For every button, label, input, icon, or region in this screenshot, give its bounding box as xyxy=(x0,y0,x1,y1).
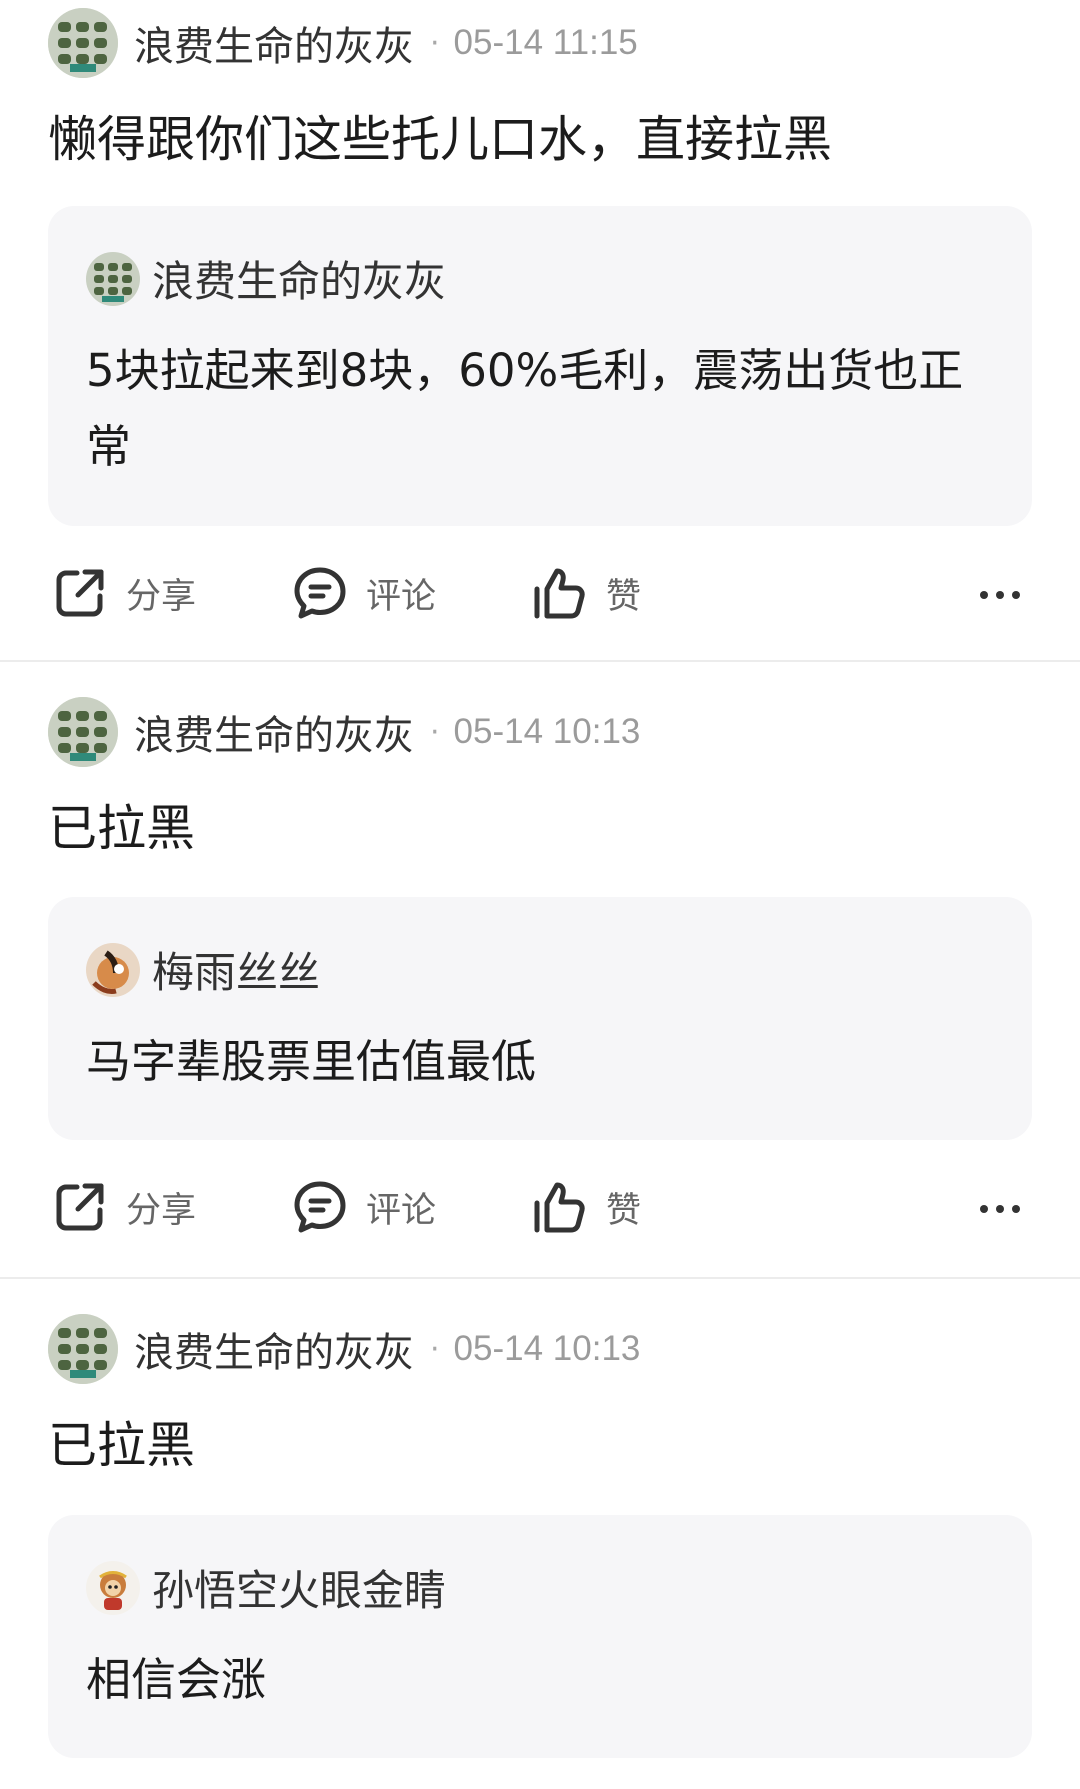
comment-button[interactable]: 评论 xyxy=(292,1179,436,1235)
avatar[interactable] xyxy=(48,1314,118,1384)
quote-avatar xyxy=(86,251,140,306)
quoted-post[interactable]: 孙悟空火眼金睛 相信会涨 xyxy=(48,1515,1032,1758)
post-content: 已拉黑 xyxy=(48,800,196,857)
more-icon xyxy=(980,591,1020,599)
share-label: 分享 xyxy=(126,1190,197,1231)
like-label: 赞 xyxy=(606,576,642,617)
author-name[interactable]: 浪费生命的灰灰 xyxy=(134,14,414,72)
quote-avatar xyxy=(86,1560,140,1615)
post-header: 浪费生命的灰灰 · 05-14 10:13 xyxy=(48,697,640,767)
post-time: 05-14 10:13 xyxy=(453,1329,641,1368)
comment-icon xyxy=(294,567,346,619)
quote-text: 相信会涨 xyxy=(86,1653,267,1706)
share-button[interactable]: 分享 xyxy=(52,1179,196,1235)
like-icon xyxy=(534,1182,585,1233)
post-header: 浪费生命的灰灰 · 05-14 10:13 xyxy=(48,1314,640,1384)
like-label: 赞 xyxy=(606,1190,642,1231)
avatar[interactable] xyxy=(48,697,118,767)
like-button[interactable]: 赞 xyxy=(532,1179,641,1235)
post-time: 05-14 10:13 xyxy=(453,712,641,751)
more-button[interactable] xyxy=(972,565,1028,625)
avatar[interactable] xyxy=(48,8,118,78)
author-name[interactable]: 浪费生命的灰灰 xyxy=(134,703,414,761)
quoted-post[interactable]: 浪费生命的灰灰 5块拉起来到8块，60%毛利，震荡出货也正常 xyxy=(48,206,1032,526)
share-label: 分享 xyxy=(126,576,197,617)
quote-header: 浪费生命的灰灰 xyxy=(86,248,446,309)
more-icon xyxy=(980,1205,1020,1213)
post-content: 已拉黑 xyxy=(48,1417,196,1474)
quote-avatar xyxy=(86,942,140,997)
post-card: 浪费生命的灰灰 · 05-14 10:13 已拉黑 梅雨丝丝 马字辈股票里估值最… xyxy=(0,662,1080,1279)
share-icon xyxy=(56,1183,104,1231)
more-button[interactable] xyxy=(972,1179,1028,1239)
comment-button[interactable]: 评论 xyxy=(292,565,436,621)
quote-header: 孙悟空火眼金睛 xyxy=(86,1557,446,1618)
separator-dot: · xyxy=(430,25,440,61)
quote-author-name[interactable]: 孙悟空火眼金睛 xyxy=(152,1557,446,1618)
comment-icon xyxy=(294,1181,346,1233)
like-icon xyxy=(534,568,585,619)
comment-label: 评论 xyxy=(366,1190,437,1231)
like-button[interactable]: 赞 xyxy=(532,565,641,621)
separator-dot: · xyxy=(430,1331,440,1367)
action-bar: 分享 评论 赞 xyxy=(48,1179,1032,1239)
quote-text: 马字辈股票里估值最低 xyxy=(86,1035,537,1088)
share-icon xyxy=(56,569,104,617)
quote-text: 5块拉起来到8块，60%毛利，震荡出货也正常 xyxy=(86,344,964,473)
separator-dot: · xyxy=(430,714,440,750)
post-header: 浪费生命的灰灰 · 05-14 11:15 xyxy=(48,8,638,78)
share-button[interactable]: 分享 xyxy=(52,565,196,621)
post-content: 懒得跟你们这些托儿口水，直接拉黑 xyxy=(48,111,833,168)
author-name[interactable]: 浪费生命的灰灰 xyxy=(134,1320,414,1378)
quote-author-name[interactable]: 梅雨丝丝 xyxy=(152,939,320,1000)
post-time: 05-14 11:15 xyxy=(453,23,638,62)
quoted-post[interactable]: 梅雨丝丝 马字辈股票里估值最低 xyxy=(48,897,1032,1140)
comment-label: 评论 xyxy=(366,576,437,617)
post-card: 浪费生命的灰灰 · 05-14 11:15 懒得跟你们这些托儿口水，直接拉黑 浪… xyxy=(0,0,1080,662)
post-card: 浪费生命的灰灰 · 05-14 10:13 已拉黑 孙悟空火眼金睛 相信会涨 xyxy=(0,1279,1080,1789)
action-bar: 分享 评论 赞 xyxy=(48,565,1032,625)
quote-header: 梅雨丝丝 xyxy=(86,939,320,1000)
quote-author-name[interactable]: 浪费生命的灰灰 xyxy=(152,248,446,309)
